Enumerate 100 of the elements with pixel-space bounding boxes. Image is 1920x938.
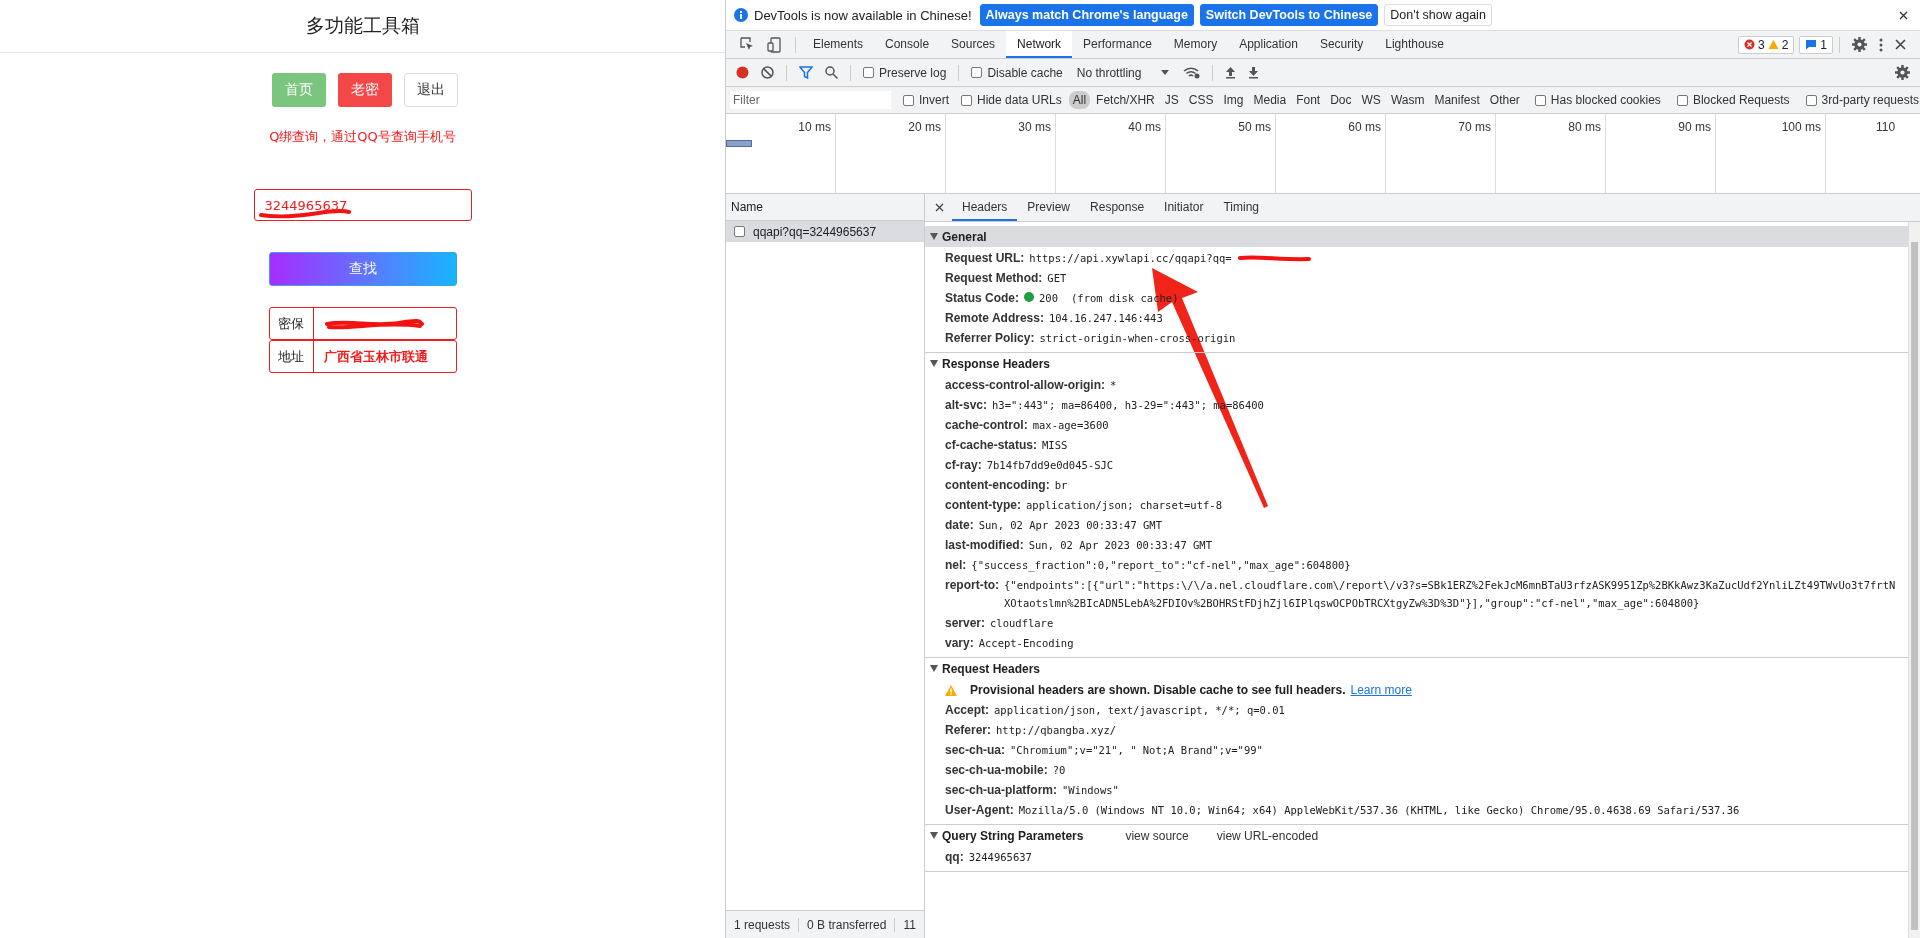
learn-more-link[interactable]: Learn more — [1350, 681, 1412, 699]
type-filter[interactable]: Manifest — [1430, 91, 1484, 109]
error-icon — [1743, 39, 1755, 50]
type-filter[interactable]: JS — [1160, 91, 1183, 109]
device-icon[interactable] — [767, 36, 783, 53]
close-icon[interactable] — [935, 203, 944, 212]
header-name: content-encoding: — [945, 477, 1050, 494]
inspect-icon[interactable] — [740, 37, 755, 52]
type-filter[interactable]: Doc — [1326, 91, 1356, 109]
filter-checkbox[interactable]: Hide data URLs — [961, 93, 1062, 107]
detail-tab[interactable]: Response — [1080, 194, 1155, 221]
nav-button[interactable]: 老密 — [337, 73, 392, 107]
devtools-tab[interactable]: Sources — [940, 31, 1007, 58]
disable-cache-checkbox[interactable]: Disable cache — [971, 65, 1063, 80]
settings-icon[interactable] — [1895, 65, 1910, 80]
type-filter[interactable]: Img — [1219, 91, 1248, 109]
devtools-tab[interactable]: Performance — [1072, 31, 1163, 58]
type-filter[interactable]: WS — [1357, 91, 1385, 109]
close-icon[interactable] — [1895, 39, 1906, 50]
type-filter[interactable]: CSS — [1184, 91, 1218, 109]
clear-icon[interactable] — [761, 66, 774, 79]
header-name: Status Code: — [945, 290, 1019, 307]
section-toggle[interactable]: Request Headers — [930, 661, 1041, 676]
type-filter[interactable]: Other — [1485, 91, 1524, 109]
filter-checkbox[interactable]: Has blocked cookies — [1534, 93, 1661, 107]
qq-input-field[interactable]: 3244965637 — [253, 189, 472, 221]
header-value: 200 — [1039, 291, 1058, 306]
filter-field[interactable]: Filter — [730, 91, 891, 109]
timeline-tick: 40 ms — [1128, 120, 1161, 134]
timeline-tick: 70 ms — [1458, 120, 1491, 134]
filter-checkbox[interactable]: Invert — [903, 93, 949, 107]
detail-tab[interactable]: Timing — [1213, 194, 1269, 221]
infobar-button[interactable]: Don't show again — [1384, 4, 1492, 26]
section-toggle[interactable]: General — [930, 229, 987, 244]
status-dot-icon — [1024, 292, 1034, 302]
header-name: Request Method: — [945, 270, 1043, 287]
record-icon[interactable] — [736, 66, 749, 79]
type-filter[interactable]: Font — [1292, 91, 1325, 109]
warning-icon — [945, 684, 957, 696]
timeline-tick: 100 ms — [1781, 120, 1821, 134]
header-value: {"success_fraction":0,"report_to":"cf-nel","max_age":604800} — [971, 558, 1351, 574]
header-value: application/json; charset=utf-8 — [1026, 498, 1222, 513]
devtools-tab[interactable]: Security — [1308, 31, 1375, 58]
page-title: 多功能工具箱 — [305, 13, 420, 38]
filter-checkbox[interactable]: Blocked Requests — [1676, 93, 1790, 107]
header-name: Accept: — [945, 702, 989, 719]
scrollbar[interactable] — [1908, 222, 1920, 938]
section-toggle[interactable]: Response Headers — [930, 356, 1051, 371]
preserve-log-checkbox[interactable]: Preserve log — [863, 65, 947, 80]
table-cell: 地址 — [269, 341, 314, 372]
issues-counter[interactable]: 3 2 — [1737, 35, 1795, 54]
header-value: "Chromium";v="21", " Not;A Brand";v="99" — [1010, 743, 1263, 758]
messages-counter[interactable]: 1 — [1799, 35, 1833, 54]
type-filter[interactable]: All — [1068, 91, 1091, 109]
column-header: Name — [726, 194, 924, 221]
devtools-tab[interactable]: Elements — [802, 31, 875, 58]
section-toggle[interactable]: Query String Parameters — [930, 828, 1084, 843]
type-filter[interactable]: Wasm — [1386, 91, 1429, 109]
header-value: Sun, 02 Apr 2023 00:33:47 GMT — [978, 518, 1162, 533]
infobar-button[interactable]: Always match Chrome's language — [979, 4, 1194, 26]
table-cell: 密保 — [269, 308, 314, 339]
throttling-dropdown[interactable]: No throttling — [1076, 65, 1170, 80]
warning-text: Provisional headers are shown. Disable cache to see full headers. — [970, 682, 1346, 699]
view-source-link[interactable]: view URL-encoded — [1216, 828, 1319, 843]
timeline-tick: 80 ms — [1568, 120, 1601, 134]
nav-button[interactable]: 退出 — [403, 73, 458, 107]
header-value: * — [1110, 378, 1117, 393]
table-cell: 广西省玉林市联通 — [323, 347, 428, 366]
more-icon[interactable] — [1879, 37, 1883, 52]
triangle-icon — [930, 665, 938, 672]
header-value: Accept-Encoding — [978, 636, 1074, 651]
settings-icon[interactable] — [1852, 37, 1867, 52]
timeline-tick: 30 ms — [1018, 120, 1051, 134]
view-source-link[interactable]: view source — [1125, 828, 1189, 843]
type-filter[interactable]: Media — [1249, 91, 1291, 109]
filter-checkbox[interactable]: 3rd-party requests — [1805, 93, 1919, 107]
devtools-tab[interactable]: Application — [1228, 31, 1309, 58]
search-icon[interactable] — [825, 66, 838, 79]
detail-tab[interactable]: Preview — [1017, 194, 1081, 221]
infobar-button[interactable]: Switch DevTools to Chinese — [1199, 4, 1379, 26]
upload-icon[interactable] — [1225, 66, 1237, 79]
devtools-tab[interactable]: Lighthouse — [1374, 31, 1455, 58]
close-icon[interactable] — [1899, 10, 1908, 20]
download-icon[interactable] — [1248, 66, 1260, 79]
header-name: alt-svc: — [945, 397, 988, 414]
header-name: sec-ch-ua-mobile: — [945, 762, 1048, 779]
info-icon — [734, 8, 748, 22]
request-row[interactable]: qqapi?qq=3244965637 — [726, 221, 924, 242]
search-button[interactable]: 查找 — [268, 252, 457, 286]
detail-tab[interactable]: Headers — [952, 194, 1018, 221]
devtools-tab[interactable]: Memory — [1162, 31, 1229, 58]
wifi-icon[interactable] — [1183, 66, 1201, 79]
detail-tab[interactable]: Initiator — [1154, 194, 1214, 221]
filter-icon[interactable] — [799, 66, 813, 79]
timeline-tick: 110 — [1876, 120, 1896, 134]
devtools-tab[interactable]: Network — [1006, 31, 1073, 58]
devtools-tab[interactable]: Console — [874, 31, 941, 58]
header-name: content-type: — [945, 497, 1021, 514]
type-filter[interactable]: Fetch/XHR — [1092, 91, 1159, 109]
header-name: server: — [945, 615, 986, 632]
